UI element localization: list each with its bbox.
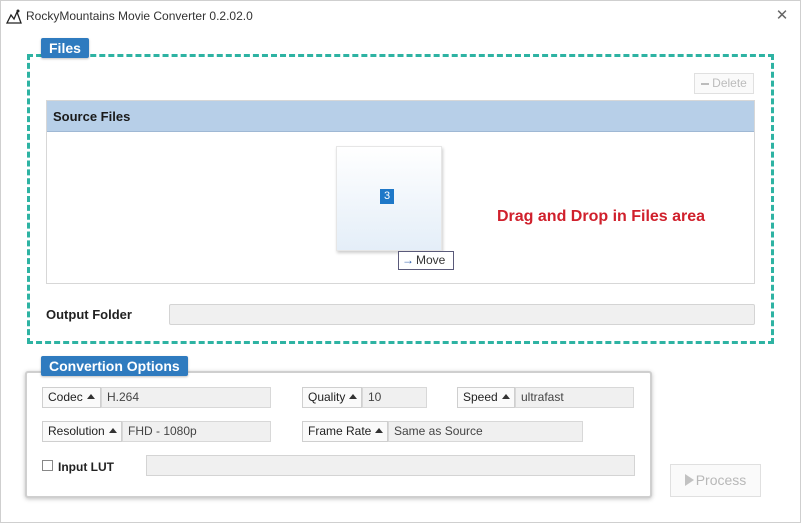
- resolution-label: Resolution: [48, 424, 105, 438]
- triangle-up-icon: [108, 428, 117, 434]
- output-folder-field[interactable]: [169, 304, 755, 325]
- codec-dropdown[interactable]: Codec: [42, 387, 101, 408]
- delete-button[interactable]: Delete: [694, 73, 754, 94]
- triangle-up-icon: [375, 428, 384, 434]
- triangle-up-icon: [501, 394, 510, 400]
- input-lut-field[interactable]: [146, 455, 635, 476]
- frame-rate-label: Frame Rate: [308, 424, 372, 438]
- file-count-badge: 3: [380, 189, 394, 204]
- resolution-dropdown[interactable]: Resolution: [42, 421, 122, 442]
- frame-rate-dropdown[interactable]: Frame Rate: [302, 421, 388, 442]
- process-label: Process: [695, 472, 747, 488]
- resolution-value: FHD - 1080p: [122, 421, 271, 442]
- drag-drop-hint: Drag and Drop in Files area: [497, 208, 706, 225]
- move-tooltip: → Move: [398, 251, 454, 270]
- files-group-label: Files: [41, 38, 89, 58]
- speed-label: Speed: [463, 390, 498, 404]
- app-logo-icon: [6, 9, 22, 24]
- title-bar: RockyMountains Movie Converter 0.2.02.0 …: [1, 1, 800, 31]
- quality-value: 10: [362, 387, 427, 408]
- codec-label: Codec: [48, 390, 83, 404]
- process-button[interactable]: Process: [670, 464, 761, 497]
- quality-dropdown[interactable]: Quality: [302, 387, 362, 408]
- move-label: Move: [416, 253, 446, 267]
- input-lut-checkbox[interactable]: [42, 460, 53, 471]
- options-group-label: Convertion Options: [41, 356, 188, 376]
- close-icon: ✕: [775, 7, 789, 24]
- window-title: RockyMountains Movie Converter 0.2.02.0: [26, 9, 253, 23]
- arrow-right-icon: →: [402, 253, 414, 267]
- minus-icon: [701, 82, 710, 85]
- frame-rate-value: Same as Source: [388, 421, 583, 442]
- triangle-up-icon: [349, 394, 358, 400]
- speed-value: ultrafast: [515, 387, 634, 408]
- delete-label: Delete: [712, 76, 747, 90]
- triangle-up-icon: [86, 394, 95, 400]
- quality-label: Quality: [308, 390, 346, 404]
- input-lut-label[interactable]: Input LUT: [58, 460, 114, 474]
- source-files-header: Source Files: [47, 101, 754, 132]
- output-folder-label: Output Folder: [46, 307, 132, 322]
- play-icon: [684, 474, 694, 487]
- codec-value: H.264: [101, 387, 271, 408]
- close-button[interactable]: ✕: [770, 5, 794, 27]
- speed-dropdown[interactable]: Speed: [457, 387, 515, 408]
